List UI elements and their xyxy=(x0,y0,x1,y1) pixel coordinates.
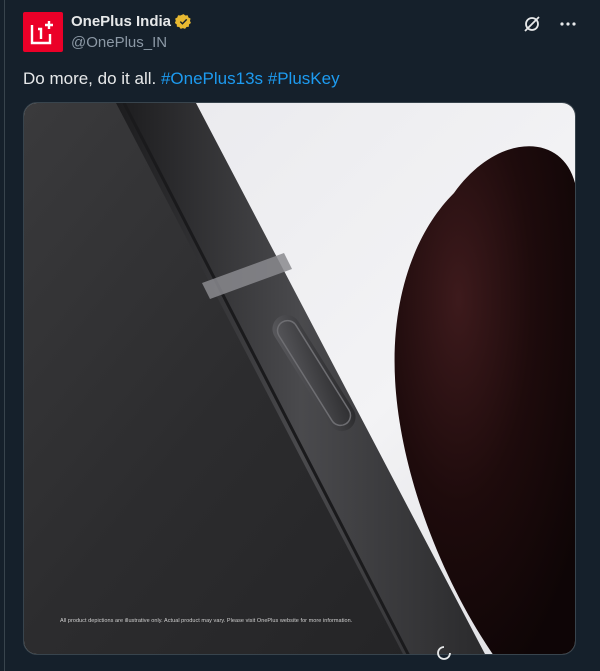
display-name-text[interactable]: OnePlus India xyxy=(71,13,171,30)
hashtag-link[interactable]: #PlusKey xyxy=(268,69,340,88)
product-photo xyxy=(24,103,575,654)
media-disclaimer: All product depictions are illustrative … xyxy=(60,618,353,624)
display-name[interactable]: OnePlus India xyxy=(71,13,192,30)
tweet-card: OnePlus India @OnePlus_IN Do more, do it… xyxy=(4,0,600,671)
grok-icon xyxy=(524,16,540,32)
avatar[interactable] xyxy=(23,12,63,52)
loading-spinner-icon xyxy=(437,646,451,660)
tweet-text: Do more, do it all. #OnePlus13s #PlusKey xyxy=(23,68,582,90)
oneplus-logo-icon xyxy=(30,21,53,45)
verified-badge-icon xyxy=(175,14,191,29)
grok-button[interactable] xyxy=(522,14,542,34)
tweet-media[interactable]: All product depictions are illustrative … xyxy=(23,102,576,655)
more-options-icon xyxy=(560,22,576,26)
more-options-button[interactable] xyxy=(558,14,578,34)
tweet-body: Do more, do it all. xyxy=(23,69,161,88)
tweet-actions xyxy=(522,14,578,34)
account-handle[interactable]: @OnePlus_IN xyxy=(71,34,167,51)
hashtag-link[interactable]: #OnePlus13s xyxy=(161,69,263,88)
